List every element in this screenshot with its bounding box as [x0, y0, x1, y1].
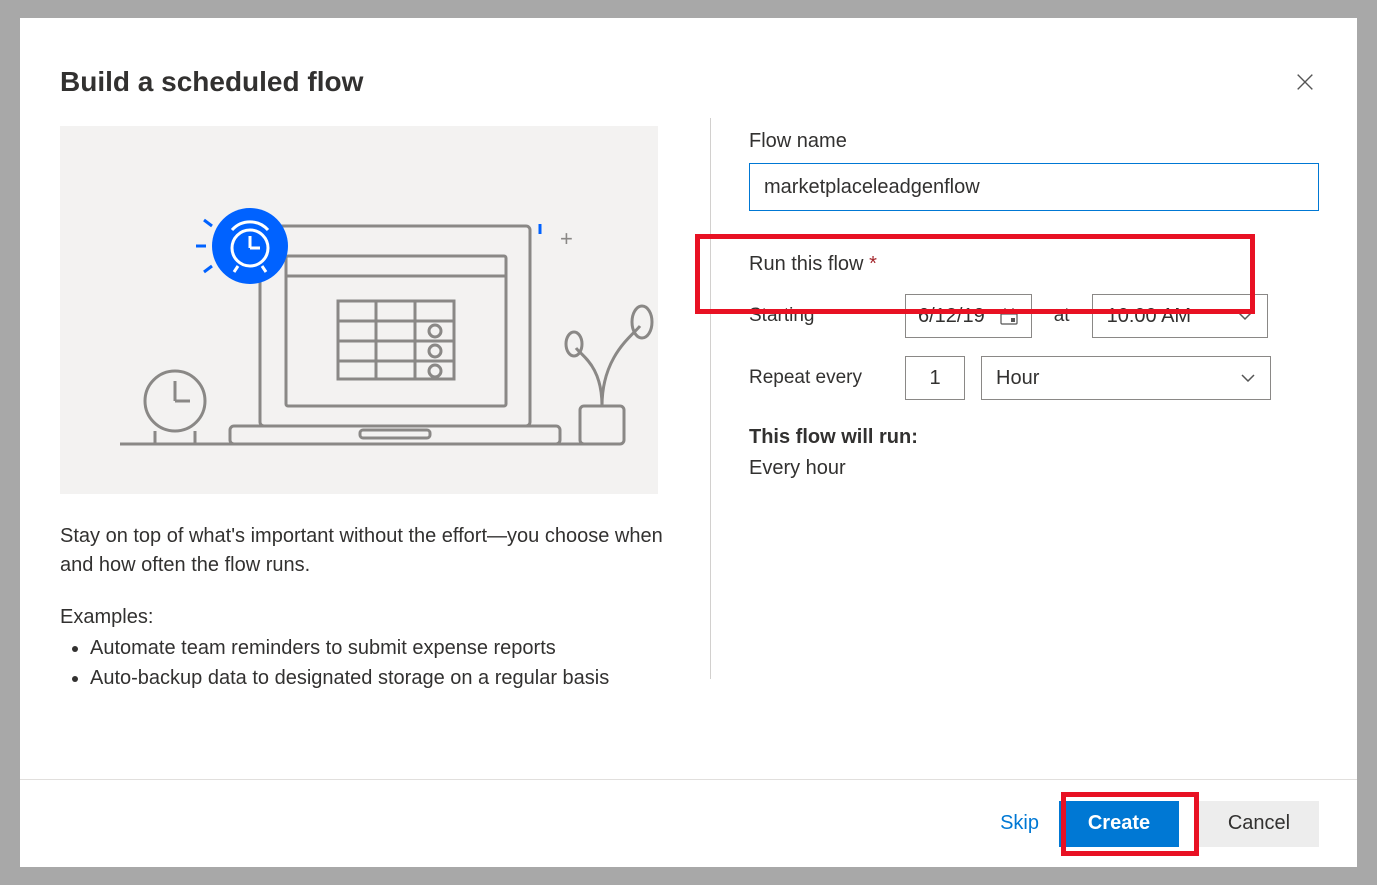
start-date-value: 6/12/19: [918, 305, 985, 328]
flow-name-label: Flow name: [749, 130, 1319, 153]
repeat-every-label: Repeat every: [749, 367, 889, 389]
skip-link[interactable]: Skip: [1000, 812, 1039, 835]
start-time-value: 10:00 AM: [1107, 305, 1192, 328]
example-item: Automate team reminders to submit expens…: [90, 633, 672, 663]
create-button[interactable]: Create: [1059, 801, 1179, 847]
flow-name-input[interactable]: [749, 163, 1319, 211]
modal-title: Build a scheduled flow: [60, 66, 672, 98]
repeat-count-input[interactable]: [905, 356, 965, 400]
repeat-unit-select[interactable]: Hour: [981, 356, 1271, 400]
start-date-picker[interactable]: 6/12/19: [905, 294, 1032, 338]
calendar-icon: [999, 306, 1019, 326]
modal-footer: Skip Create Cancel: [20, 779, 1357, 867]
run-info-label: This flow will run:: [749, 426, 1319, 449]
chevron-down-icon: [1237, 308, 1253, 324]
chevron-down-icon: [1240, 370, 1256, 386]
cancel-button[interactable]: Cancel: [1199, 801, 1319, 847]
example-item: Auto-backup data to designated storage o…: [90, 663, 672, 693]
repeat-unit-value: Hour: [996, 367, 1039, 390]
schedule-illustration: +: [60, 126, 658, 494]
start-time-select[interactable]: 10:00 AM: [1092, 294, 1268, 338]
build-scheduled-flow-modal: Build a scheduled flow: [20, 18, 1357, 867]
examples-list: Automate team reminders to submit expens…: [60, 633, 672, 693]
svg-text:+: +: [560, 226, 573, 251]
examples-heading: Examples:: [60, 606, 672, 629]
run-info-value: Every hour: [749, 457, 1319, 480]
at-label: at: [1048, 305, 1076, 327]
starting-label: Starting: [749, 305, 889, 327]
modal-description: Stay on top of what's important without …: [60, 522, 672, 580]
run-this-flow-label: Run this flow *: [749, 253, 1319, 276]
